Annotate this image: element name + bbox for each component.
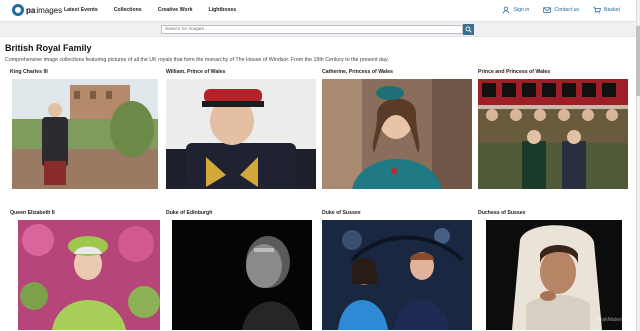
prince-william-photo — [166, 79, 316, 189]
user-icon — [503, 6, 510, 14]
collection-image-prince-william[interactable] — [166, 79, 316, 189]
basket-link[interactable]: Basket — [593, 6, 620, 14]
search-band — [0, 21, 636, 37]
envelope-icon — [543, 7, 552, 13]
duke-edinburgh-photo — [172, 220, 312, 330]
search-icon — [465, 26, 472, 33]
collection-title[interactable]: Duke of Sussex — [322, 209, 474, 217]
watermark-text: PeakMaterials — [596, 317, 628, 323]
pa-images-logo[interactable]: pa images — [12, 4, 62, 16]
princess-catherine-photo — [322, 79, 472, 189]
collection-image-princess-catherine[interactable] — [322, 79, 472, 189]
search-button[interactable] — [463, 24, 474, 35]
king-charles-photo — [12, 79, 158, 189]
queen-elizabeth-photo — [18, 220, 160, 330]
collection-title[interactable]: Catherine, Princess of Wales — [322, 68, 474, 76]
nav-creative-work[interactable]: Creative Work — [158, 7, 193, 13]
collection-title[interactable]: Prince and Princess of Wales — [478, 68, 630, 76]
nav-lightboxes[interactable]: Lightboxes — [209, 7, 237, 13]
contact-label: Contact us — [554, 7, 580, 13]
collection-title[interactable]: King Charles III — [10, 68, 162, 76]
main-nav: Latest Events Collections Creative Work … — [64, 7, 252, 13]
collection-card-queen-elizabeth[interactable]: Queen Elizabeth II — [10, 209, 162, 330]
page-scrollbar[interactable] — [636, 0, 640, 331]
collection-image-duchess-sussex[interactable] — [486, 220, 622, 330]
duke-sussex-photo — [322, 220, 472, 330]
collection-card-prince-princess-wales[interactable]: Prince and Princess of Wales — [478, 68, 630, 189]
collection-card-princess-catherine[interactable]: Catherine, Princess of Wales — [322, 68, 474, 189]
collection-card-duchess-sussex[interactable]: Duchess of Sussex — [478, 209, 630, 330]
sign-in-label: Sign in — [513, 7, 530, 13]
basket-label: Basket — [604, 7, 620, 13]
basket-icon — [593, 6, 602, 14]
collection-title[interactable]: William, Prince of Wales — [166, 68, 318, 76]
collection-image-duke-sussex[interactable] — [322, 220, 472, 330]
logo-images-text: images — [36, 5, 63, 15]
collection-image-prince-princess-wales[interactable] — [478, 79, 628, 189]
collection-card-duke-sussex[interactable]: Duke of Sussex — [322, 209, 474, 330]
prince-princess-wales-photo — [478, 79, 628, 189]
collection-title[interactable]: Duke of Edinburgh — [166, 209, 318, 217]
top-navigation-bar: pa images Latest Events Collections Crea… — [0, 0, 640, 21]
contact-link[interactable]: Contact us — [543, 6, 579, 14]
nav-latest-events[interactable]: Latest Events — [64, 7, 98, 13]
collection-image-king-charles[interactable] — [12, 79, 158, 189]
collection-card-king-charles[interactable]: King Charles III — [10, 68, 162, 189]
collection-image-duke-edinburgh[interactable] — [172, 220, 312, 330]
scrollbar-thumb[interactable] — [636, 26, 640, 96]
collection-card-duke-edinburgh[interactable]: Duke of Edinburgh — [166, 209, 318, 330]
logo-pa-text: pa — [26, 5, 36, 15]
collection-card-prince-william[interactable]: William, Prince of Wales — [166, 68, 318, 189]
duchess-sussex-photo — [486, 220, 622, 330]
collection-title[interactable]: Queen Elizabeth II — [10, 209, 162, 217]
search-input[interactable] — [161, 25, 463, 34]
collection-image-queen-elizabeth[interactable] — [18, 220, 160, 330]
page-title: British Royal Family — [5, 43, 92, 53]
sign-in-link[interactable]: Sign in — [502, 6, 529, 14]
logo-icon — [12, 4, 24, 16]
collection-title[interactable]: Duchess of Sussex — [478, 209, 630, 217]
account-links: Sign in Contact us Basket — [502, 6, 620, 14]
nav-collections[interactable]: Collections — [114, 7, 142, 13]
page-description: Comprehensive image collections featurin… — [5, 57, 389, 63]
